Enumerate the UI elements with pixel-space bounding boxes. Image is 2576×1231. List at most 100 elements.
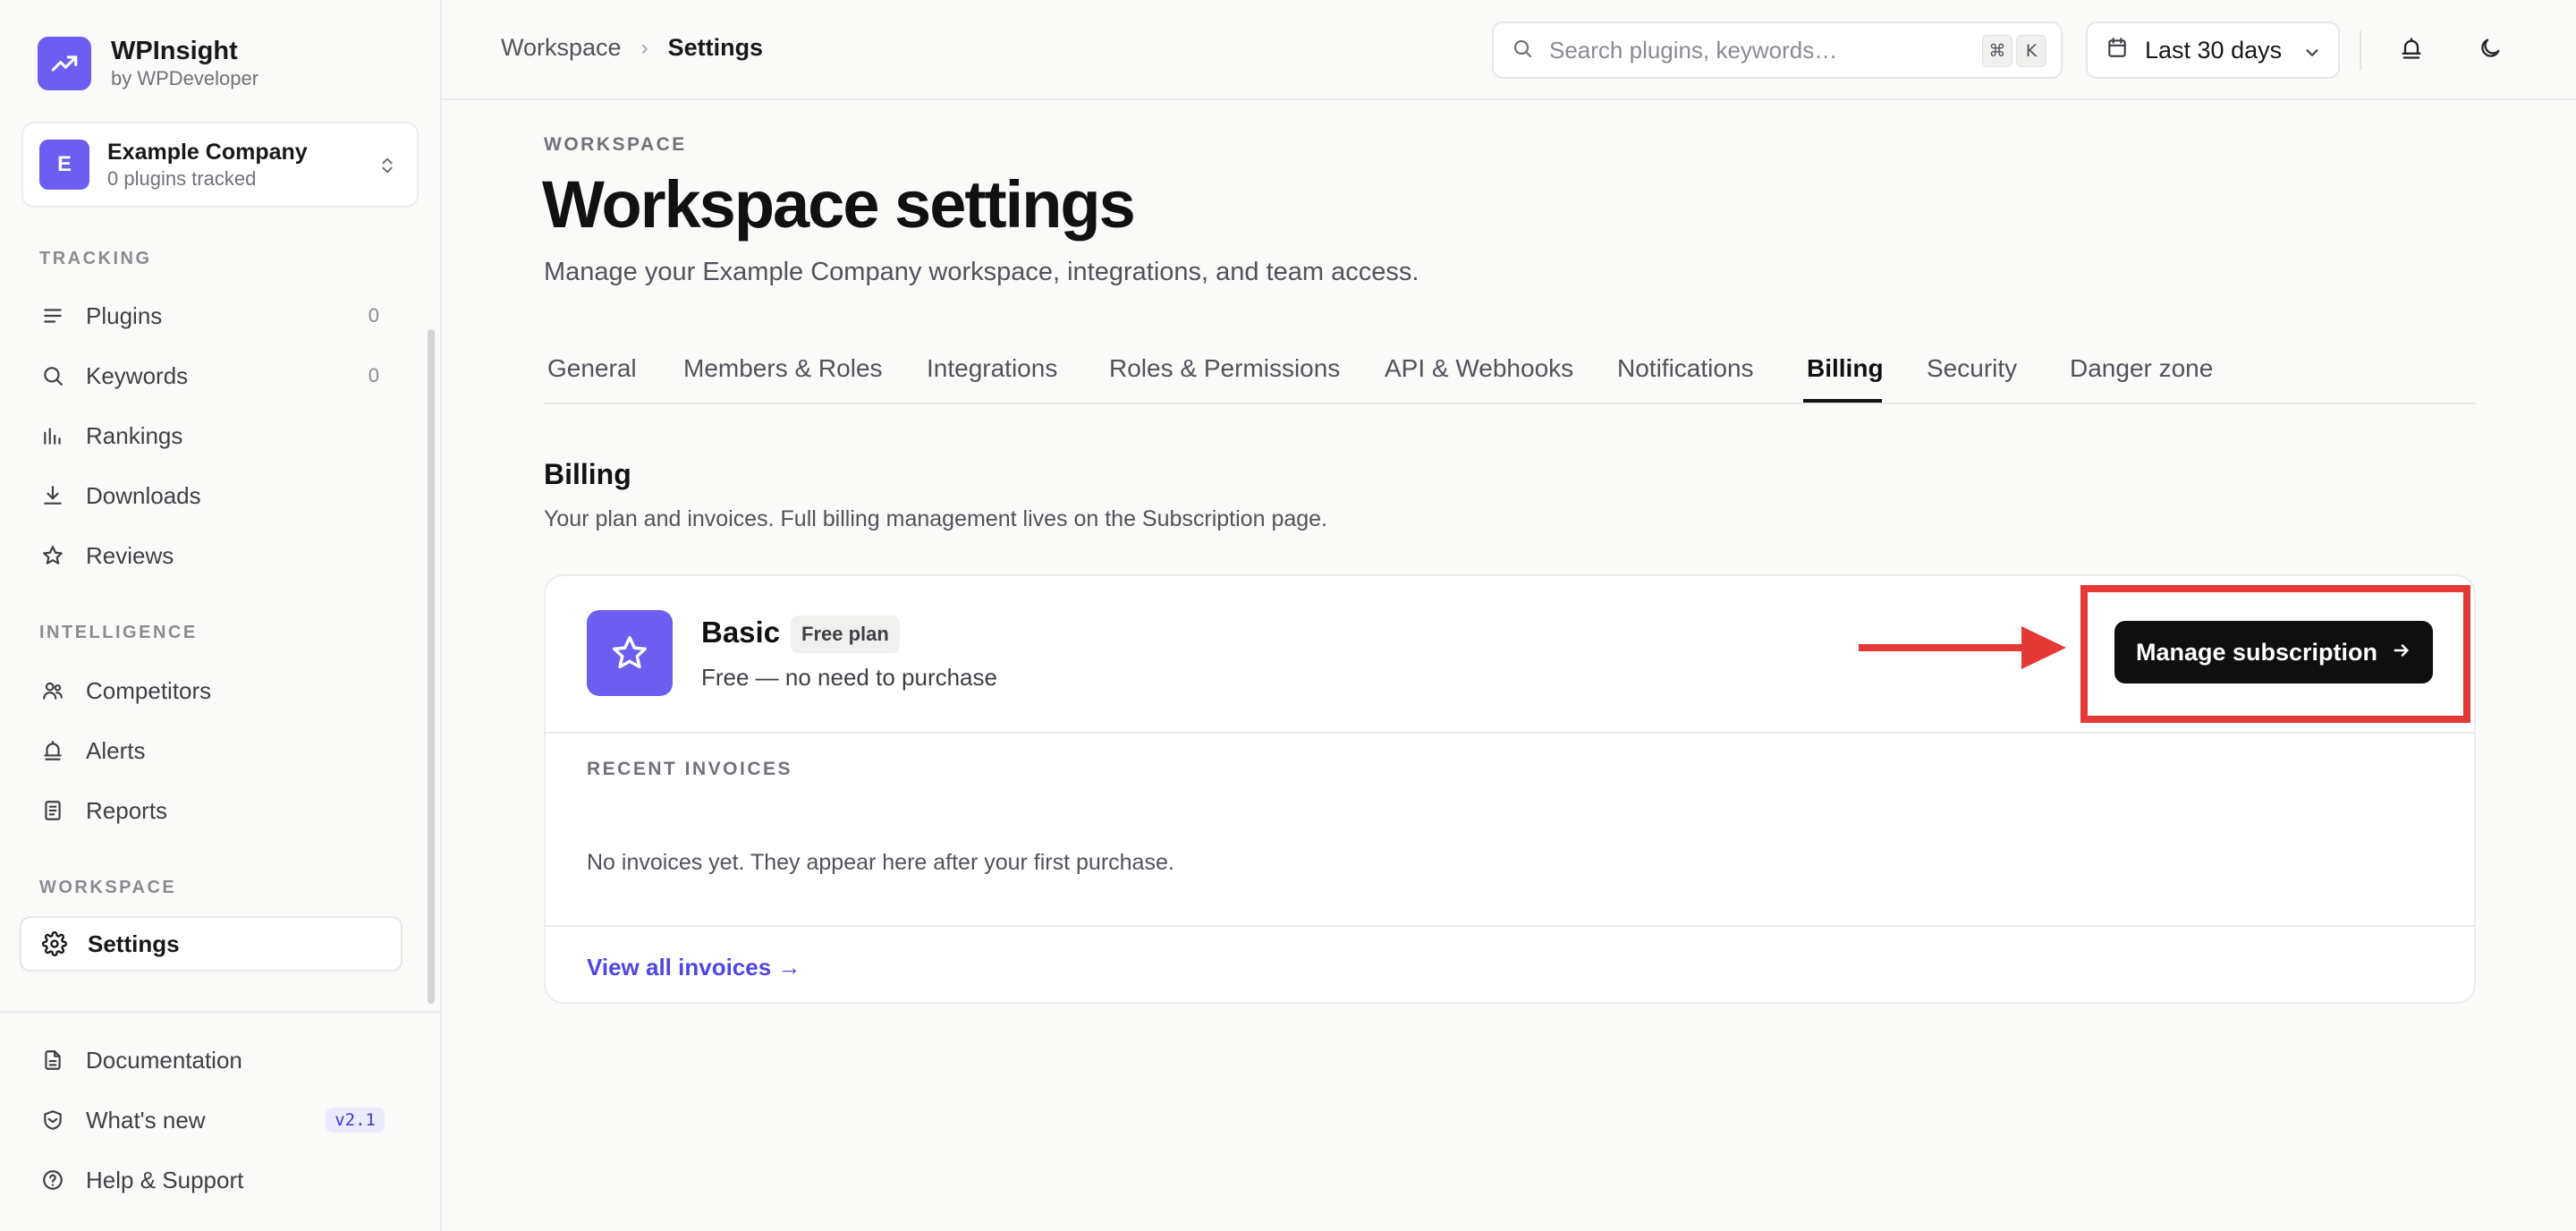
calendar-icon bbox=[2106, 36, 2129, 65]
tab-roles-permissions[interactable]: Roles & Permissions bbox=[1109, 354, 1340, 383]
page-title: Workspace settings bbox=[542, 167, 1136, 242]
workspace-switcher[interactable]: E Example Company 0 plugins tracked bbox=[21, 122, 419, 208]
page-eyebrow: WORKSPACE bbox=[544, 134, 687, 155]
sidebar: WPInsight by WPDeveloper E Example Compa… bbox=[0, 0, 442, 1231]
sidebar-item-keywords[interactable]: Keywords 0 bbox=[20, 348, 402, 403]
sidebar-item-whats-new[interactable]: What's new v2.1 bbox=[20, 1092, 402, 1148]
plan-description: Free — no need to purchase bbox=[701, 664, 997, 691]
bell-icon bbox=[2399, 36, 2424, 65]
settings-tabs: General Members & Roles Integrations Rol… bbox=[544, 335, 2476, 404]
trending-up-icon bbox=[38, 37, 91, 90]
view-all-invoices-link[interactable]: View all invoices → bbox=[587, 954, 801, 981]
tab-api-webhooks[interactable]: API & Webhooks bbox=[1385, 354, 1573, 383]
sidebar-item-label: Documentation bbox=[86, 1046, 242, 1074]
notifications-button[interactable] bbox=[2394, 32, 2429, 68]
sidebar-item-label: Reviews bbox=[86, 541, 174, 569]
sidebar-item-reports[interactable]: Reports bbox=[20, 783, 402, 838]
active-tab-indicator bbox=[1803, 399, 1882, 403]
sidebar-item-downloads[interactable]: Downloads bbox=[20, 468, 402, 523]
date-range-select[interactable]: Last 30 days bbox=[2086, 21, 2340, 79]
tab-notifications[interactable]: Notifications bbox=[1617, 354, 1754, 383]
sidebar-item-plugins[interactable]: Plugins 0 bbox=[20, 288, 402, 344]
document-icon bbox=[39, 1047, 66, 1074]
tab-danger-zone[interactable]: Danger zone bbox=[2070, 354, 2213, 383]
download-icon bbox=[39, 482, 66, 509]
card-divider bbox=[546, 732, 2474, 734]
sidebar-item-label: Help & Support bbox=[86, 1166, 244, 1193]
bell-icon bbox=[39, 737, 66, 764]
theme-toggle-button[interactable] bbox=[2472, 32, 2508, 68]
breadcrumb-workspace[interactable]: Workspace bbox=[501, 34, 622, 62]
sidebar-item-label: Settings bbox=[88, 930, 180, 957]
sidebar-item-alerts[interactable]: Alerts bbox=[20, 723, 402, 778]
version-badge: v2.1 bbox=[326, 1108, 385, 1133]
star-icon bbox=[39, 542, 66, 569]
date-range-label: Last 30 days bbox=[2145, 36, 2283, 64]
sidebar-scrollbar[interactable] bbox=[428, 329, 435, 1004]
moon-icon bbox=[2478, 36, 2503, 65]
gear-icon bbox=[41, 930, 68, 957]
topbar: Workspace › Settings ⌘ K Last 30 days bbox=[442, 0, 2576, 100]
card-divider bbox=[546, 925, 2474, 927]
sidebar-item-label: Alerts bbox=[86, 736, 146, 764]
breadcrumb-settings: Settings bbox=[667, 34, 764, 61]
plan-name: Basic bbox=[701, 616, 781, 649]
brand-sub: by WPDeveloper bbox=[111, 67, 259, 89]
arrow-right-icon bbox=[2392, 639, 2411, 666]
chevron-down-icon bbox=[2302, 41, 2322, 69]
search-input[interactable] bbox=[1547, 35, 1945, 65]
kbd-cmd: ⌘ bbox=[1982, 35, 2012, 67]
search-icon bbox=[1512, 38, 1533, 64]
sidebar-item-label: Plugins bbox=[86, 301, 163, 329]
manage-subscription-label: Manage subscription bbox=[2135, 638, 2378, 666]
help-icon bbox=[39, 1167, 66, 1193]
billing-title: Billing bbox=[544, 458, 631, 490]
tab-integrations[interactable]: Integrations bbox=[927, 354, 1057, 383]
sidebar-item-label: Downloads bbox=[86, 481, 201, 509]
tab-billing[interactable]: Billing bbox=[1807, 354, 1884, 383]
annotation-arrow-icon bbox=[1859, 626, 2066, 669]
page-subtitle: Manage your Example Company workspace, i… bbox=[544, 258, 1419, 286]
sidebar-item-label: Reports bbox=[86, 796, 168, 824]
billing-card: Basic Free plan Free — no need to purcha… bbox=[544, 574, 2476, 1004]
breadcrumb: Workspace › Settings bbox=[501, 34, 763, 62]
tab-security[interactable]: Security bbox=[1927, 354, 2017, 383]
sidebar-divider bbox=[0, 1011, 440, 1013]
company-name: Example Company bbox=[107, 140, 308, 165]
topbar-divider bbox=[2360, 30, 2361, 70]
billing-subtitle: Your plan and invoices. Full billing man… bbox=[544, 506, 1328, 531]
tab-members-roles[interactable]: Members & Roles bbox=[683, 354, 883, 383]
shield-icon bbox=[39, 1107, 66, 1133]
sidebar-item-label: What's new bbox=[86, 1106, 206, 1133]
sidebar-item-documentation[interactable]: Documentation bbox=[20, 1032, 402, 1088]
report-icon bbox=[39, 797, 66, 824]
sidebar-item-settings[interactable]: Settings bbox=[20, 916, 402, 972]
section-label-workspace: WORKSPACE bbox=[39, 878, 177, 897]
search-box[interactable]: ⌘ K bbox=[1492, 21, 2063, 79]
sidebar-item-rankings[interactable]: Rankings bbox=[20, 408, 402, 463]
sidebar-item-label: Keywords bbox=[86, 361, 189, 389]
manage-subscription-button[interactable]: Manage subscription bbox=[2114, 621, 2433, 683]
sidebar-item-help[interactable]: Help & Support bbox=[20, 1152, 402, 1208]
section-label-tracking: TRACKING bbox=[39, 249, 152, 268]
tab-general[interactable]: General bbox=[547, 354, 637, 383]
plan-badge: Free plan bbox=[791, 616, 900, 653]
sidebar-item-label: Competitors bbox=[86, 676, 212, 704]
bar-chart-icon bbox=[39, 422, 66, 449]
sidebar-item-label: Rankings bbox=[86, 421, 183, 449]
brand[interactable]: WPInsight by WPDeveloper bbox=[38, 36, 258, 91]
company-sub: 0 plugins tracked bbox=[107, 167, 257, 190]
search-icon bbox=[39, 362, 66, 389]
recent-invoices-label: RECENT INVOICES bbox=[587, 759, 793, 779]
section-label-intelligence: INTELLIGENCE bbox=[39, 623, 198, 642]
chevron-right-icon: › bbox=[640, 35, 648, 60]
sidebar-item-reviews[interactable]: Reviews bbox=[20, 528, 402, 583]
count-badge: 0 bbox=[368, 364, 379, 386]
list-icon bbox=[39, 302, 66, 329]
invoices-empty-state: No invoices yet. They appear here after … bbox=[587, 850, 1174, 875]
count-badge: 0 bbox=[368, 304, 379, 327]
star-icon bbox=[587, 610, 673, 696]
users-icon bbox=[39, 677, 66, 704]
brand-name: WPInsight bbox=[111, 37, 238, 65]
sidebar-item-competitors[interactable]: Competitors bbox=[20, 663, 402, 718]
